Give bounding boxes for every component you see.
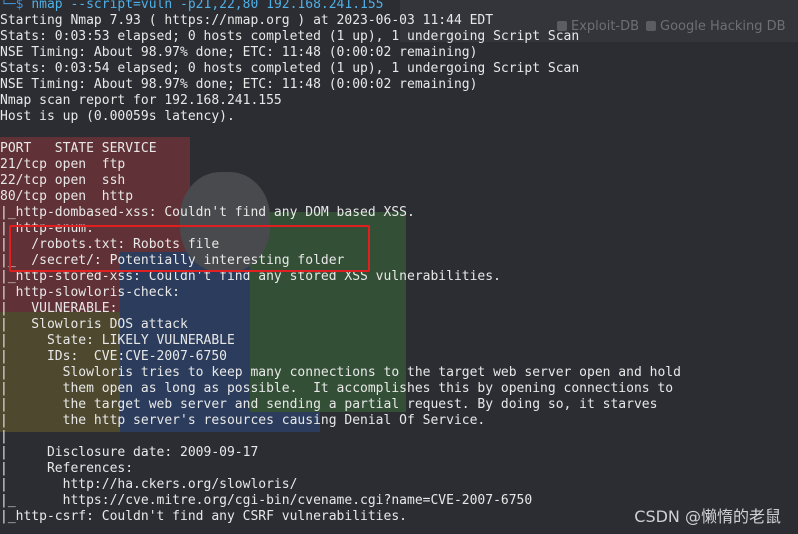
terminal-line: | the http server's resources causing De…	[0, 413, 486, 428]
terminal-line: Starting Nmap 7.93 ( https://nmap.org ) …	[0, 13, 494, 28]
prompt-glyph: └─$	[0, 0, 24, 12]
terminal-line: Nmap scan report for 192.168.241.155	[0, 93, 282, 108]
terminal-line: 80/tcp open http	[0, 189, 134, 204]
terminal-line: Stats: 0:03:54 elapsed; 0 hosts complete…	[0, 61, 580, 76]
terminal-line: | http-slowloris-check:	[0, 285, 181, 300]
terminal-line: 22/tcp open ssh	[0, 173, 126, 188]
terminal-prompt-line: └─$ nmap --script=vuln -p21,22,80 192.16…	[0, 0, 798, 13]
terminal-line: | them open as long as possible. It acco…	[0, 381, 674, 396]
terminal-line: 21/tcp open ftp	[0, 157, 126, 172]
prompt-command: nmap --script=vuln -p21,22,80 192.168.24…	[31, 0, 384, 12]
terminal-line: | the target web server and sending a pa…	[0, 397, 658, 412]
terminal-line: NSE Timing: About 98.97% done; ETC: 11:4…	[0, 45, 478, 60]
http-enum-highlight-box	[9, 225, 370, 272]
terminal-line: Host is up (0.00059s latency).	[0, 109, 235, 124]
terminal-line: Stats: 0:03:53 elapsed; 0 hosts complete…	[0, 29, 580, 44]
csdn-watermark: CSDN @懒惰的老鼠	[634, 507, 781, 526]
terminal-line: | http://ha.ckers.org/slowloris/	[0, 477, 298, 492]
terminal-line: | Slowloris tries to keep many connectio…	[0, 365, 681, 380]
terminal-line: |	[0, 429, 8, 444]
terminal-line: | State: LIKELY VULNERABLE	[0, 333, 235, 348]
terminal-line: |_http-dombased-xss: Couldn't find any D…	[0, 205, 415, 220]
terminal-line: | Slowloris DOS attack	[0, 317, 188, 332]
terminal-line: | VULNERABLE:	[0, 301, 118, 316]
terminal-line: PORT STATE SERVICE	[0, 141, 157, 156]
terminal-line: | Disclosure date: 2009-09-17	[0, 445, 259, 460]
terminal-line: | References:	[0, 461, 134, 476]
terminal-line: NSE Timing: About 98.97% done; ETC: 11:4…	[0, 77, 478, 92]
terminal-line: | IDs: CVE:CVE-2007-6750	[0, 349, 227, 364]
